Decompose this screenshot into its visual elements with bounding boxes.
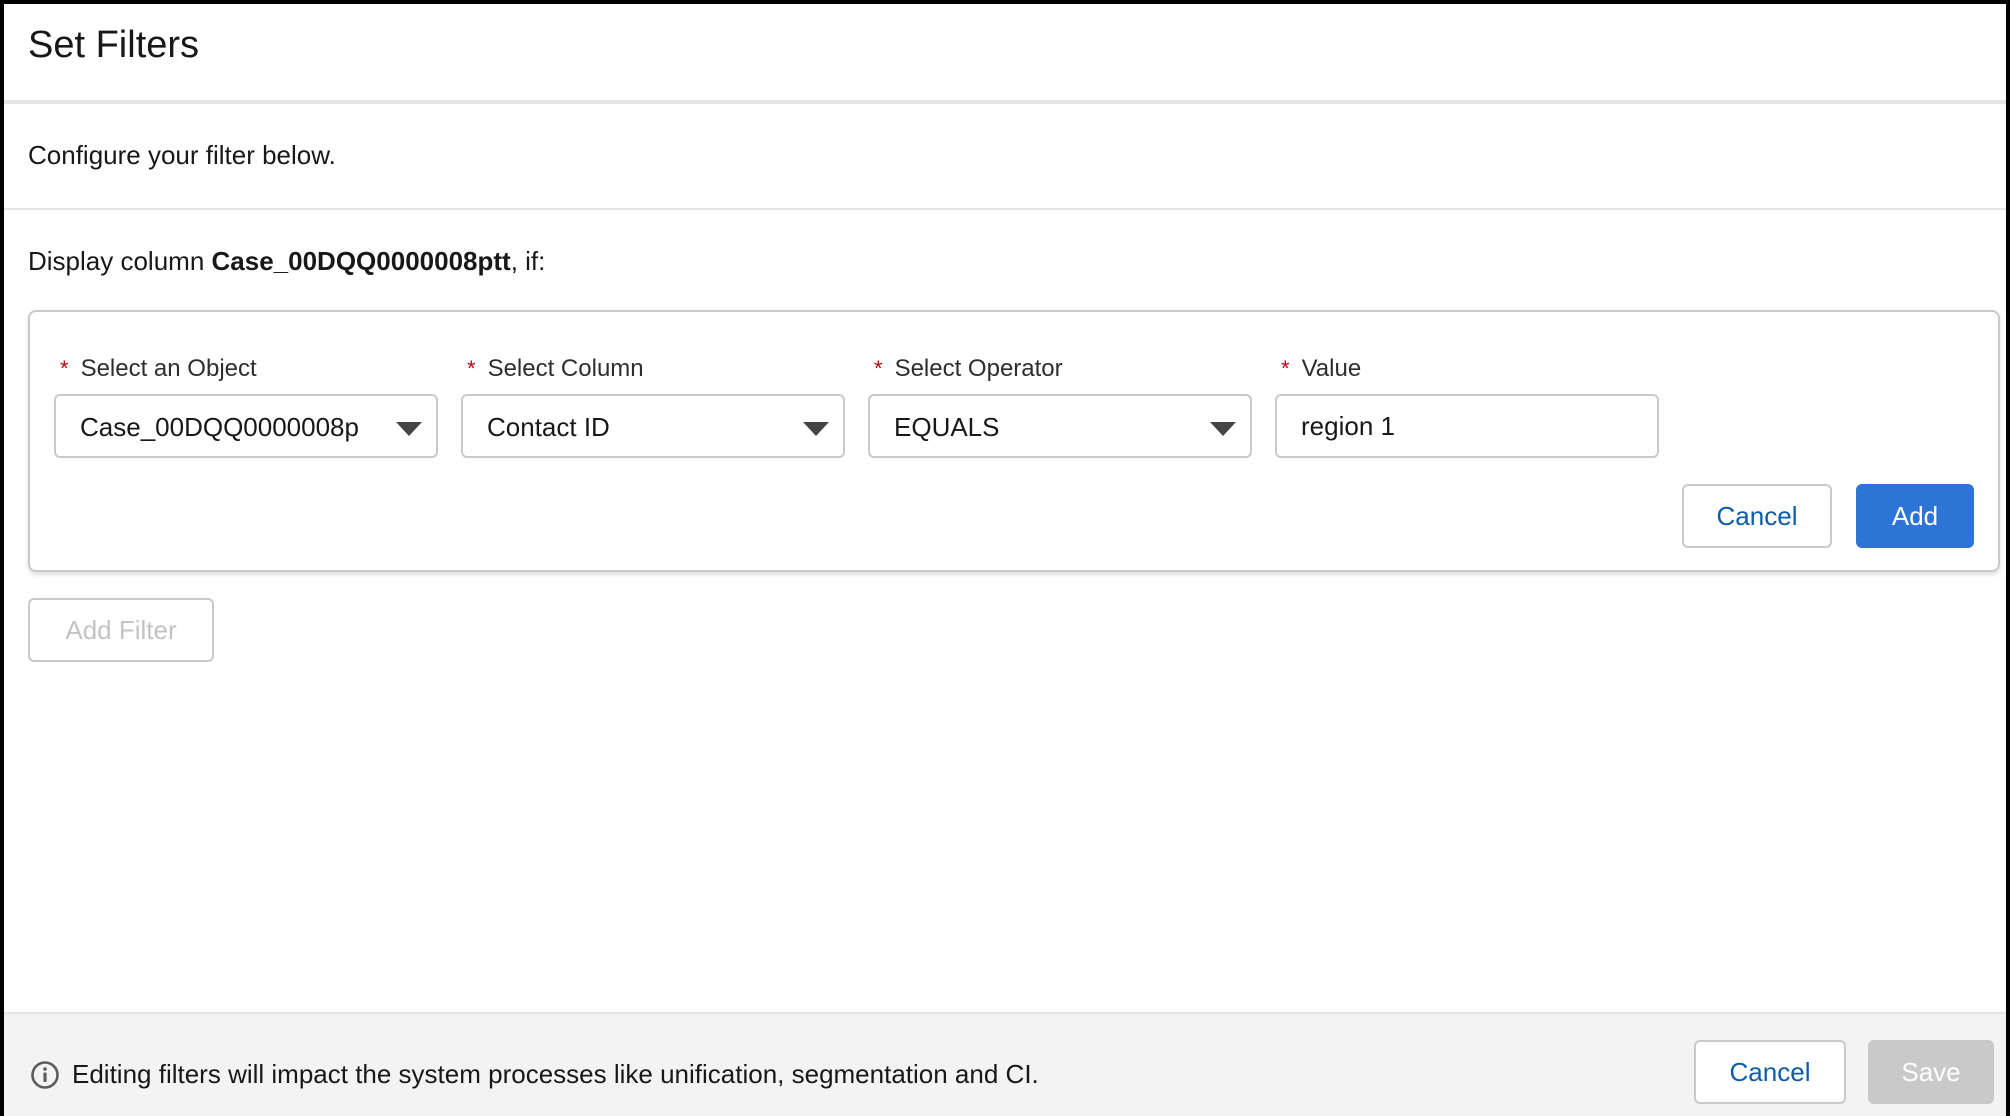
intro-section: Configure your filter below. bbox=[4, 104, 2006, 210]
display-suffix: , if: bbox=[510, 246, 546, 276]
footer-note: Editing filters will impact the system p… bbox=[30, 1058, 1039, 1090]
object-combobox-value: Case_00DQQ0000008p bbox=[80, 412, 359, 442]
required-indicator: * bbox=[1281, 356, 1290, 381]
column-combobox[interactable]: Contact ID bbox=[461, 394, 845, 458]
modal-footer: Editing filters will impact the system p… bbox=[4, 1012, 2006, 1116]
column-combobox-value: Contact ID bbox=[487, 412, 610, 442]
value-input[interactable] bbox=[1275, 394, 1659, 458]
modal-header: Set Filters bbox=[4, 4, 2006, 104]
required-indicator: * bbox=[60, 356, 69, 381]
object-label: * Select an Object bbox=[60, 355, 257, 382]
required-indicator: * bbox=[467, 356, 476, 381]
footer-cancel-button[interactable]: Cancel bbox=[1694, 1040, 1846, 1104]
modal-title: Set Filters bbox=[28, 24, 200, 66]
chevron-down-icon bbox=[1210, 422, 1236, 436]
filter-add-button[interactable]: Add bbox=[1856, 484, 1974, 548]
add-filter-button[interactable]: Add Filter bbox=[28, 598, 214, 662]
value-field: * Value bbox=[1275, 352, 1659, 458]
value-label: * Value bbox=[1281, 355, 1362, 382]
operator-combobox[interactable]: EQUALS bbox=[868, 394, 1252, 458]
object-combobox[interactable]: Case_00DQQ0000008p bbox=[54, 394, 438, 458]
footer-save-button[interactable]: Save bbox=[1868, 1040, 1994, 1104]
chevron-down-icon bbox=[396, 422, 422, 436]
required-indicator: * bbox=[874, 356, 883, 381]
operator-combobox-value: EQUALS bbox=[894, 412, 1000, 442]
filter-cancel-button[interactable]: Cancel bbox=[1682, 484, 1832, 548]
display-column-name: Case_00DQQ0000008ptt bbox=[211, 246, 511, 276]
chevron-down-icon bbox=[803, 422, 829, 436]
filter-editor-card: * Select an Object Case_00DQQ0000008p * Se… bbox=[28, 310, 2000, 572]
display-prefix: Display column bbox=[28, 246, 212, 276]
info-icon bbox=[31, 1061, 59, 1089]
set-filters-modal: Set Filters Configure your filter below.… bbox=[0, 0, 2010, 1116]
operator-label: * Select Operator bbox=[874, 355, 1063, 382]
intro-text: Configure your filter below. bbox=[28, 140, 336, 170]
display-column-line: Display column Case_00DQQ0000008ptt, if: bbox=[28, 246, 545, 277]
column-label: * Select Column bbox=[467, 355, 644, 382]
footer-note-text: Editing filters will impact the system p… bbox=[72, 1058, 1039, 1089]
operator-field: * Select Operator EQUALS bbox=[868, 352, 1252, 458]
column-field: * Select Column Contact ID bbox=[461, 352, 845, 458]
object-field: * Select an Object Case_00DQQ0000008p bbox=[54, 352, 438, 458]
